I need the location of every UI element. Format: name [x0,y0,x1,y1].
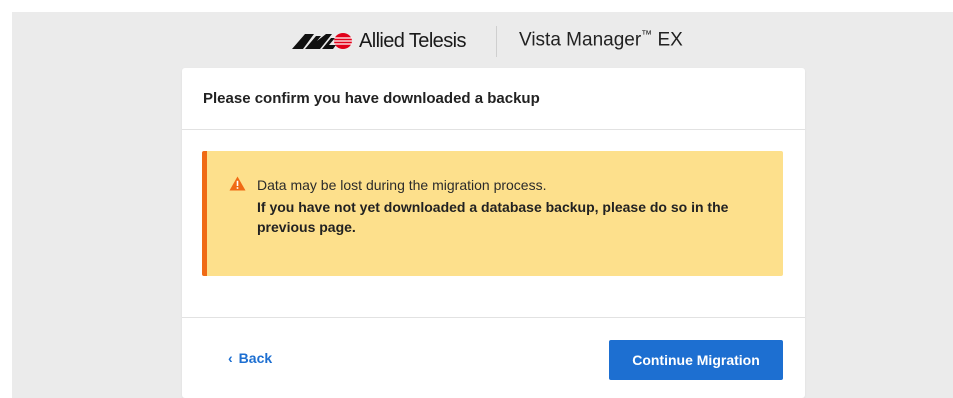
dialog-body: Data may be lost during the migration pr… [182,130,805,318]
migration-confirm-dialog: Please confirm you have downloaded a bac… [182,68,805,398]
brand-divider [496,26,497,57]
allied-telesis-logo: Allied Telesis [292,28,466,54]
brand-header: Allied Telesis Vista Manager™ EX [12,12,953,68]
page-background: Allied Telesis Vista Manager™ EX Please … [12,12,953,398]
continue-migration-button[interactable]: Continue Migration [609,340,783,380]
alert-content: Data may be lost during the migration pr… [257,175,757,237]
warning-alert: Data may be lost during the migration pr… [202,151,783,276]
product-name-suffix: EX [652,29,683,51]
product-name-text: Vista Manager [519,29,642,51]
alert-instruction: If you have not yet downloaded a databas… [257,199,729,235]
alert-message: Data may be lost during the migration pr… [257,177,547,193]
dialog-footer: ‹ Back Continue Migration [182,318,805,398]
chevron-left-icon: ‹ [228,350,233,366]
company-name: Allied Telesis [359,29,466,52]
product-name: Vista Manager™ EX [519,29,683,51]
dialog-title: Please confirm you have downloaded a bac… [182,68,805,130]
back-button-label: Back [238,350,273,366]
allied-telesis-logo-mark-icon [292,33,352,49]
back-button[interactable]: ‹ Back [228,350,272,366]
trademark-symbol: ™ [641,29,653,41]
warning-triangle-icon [229,176,246,191]
